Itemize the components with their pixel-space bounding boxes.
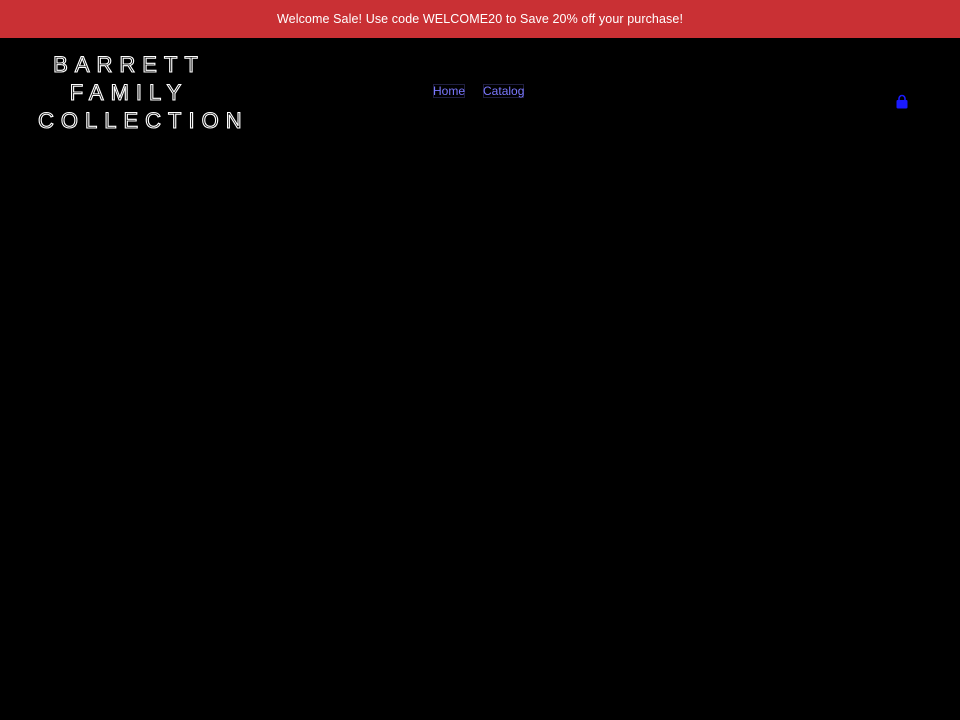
nav-link-home[interactable]: Home	[433, 84, 466, 98]
logo-line-3: COLLECTION	[37, 107, 249, 133]
site-header: BARRETT FAMILY COLLECTION Home Catalog	[0, 38, 960, 148]
announcement-text: Welcome Sale! Use code WELCOME20 to Save…	[276, 12, 684, 26]
store-logo[interactable]: BARRETT FAMILY COLLECTION	[37, 51, 249, 135]
cart-button[interactable]	[894, 94, 910, 110]
logo-line-2: FAMILY	[69, 79, 189, 105]
cart-bag-icon	[894, 94, 910, 110]
announcement-bar: Welcome Sale! Use code WELCOME20 to Save…	[0, 0, 960, 38]
main-nav: Home Catalog	[433, 84, 525, 98]
nav-link-catalog[interactable]: Catalog	[483, 84, 525, 98]
logo-line-1: BARRETT	[53, 51, 205, 77]
